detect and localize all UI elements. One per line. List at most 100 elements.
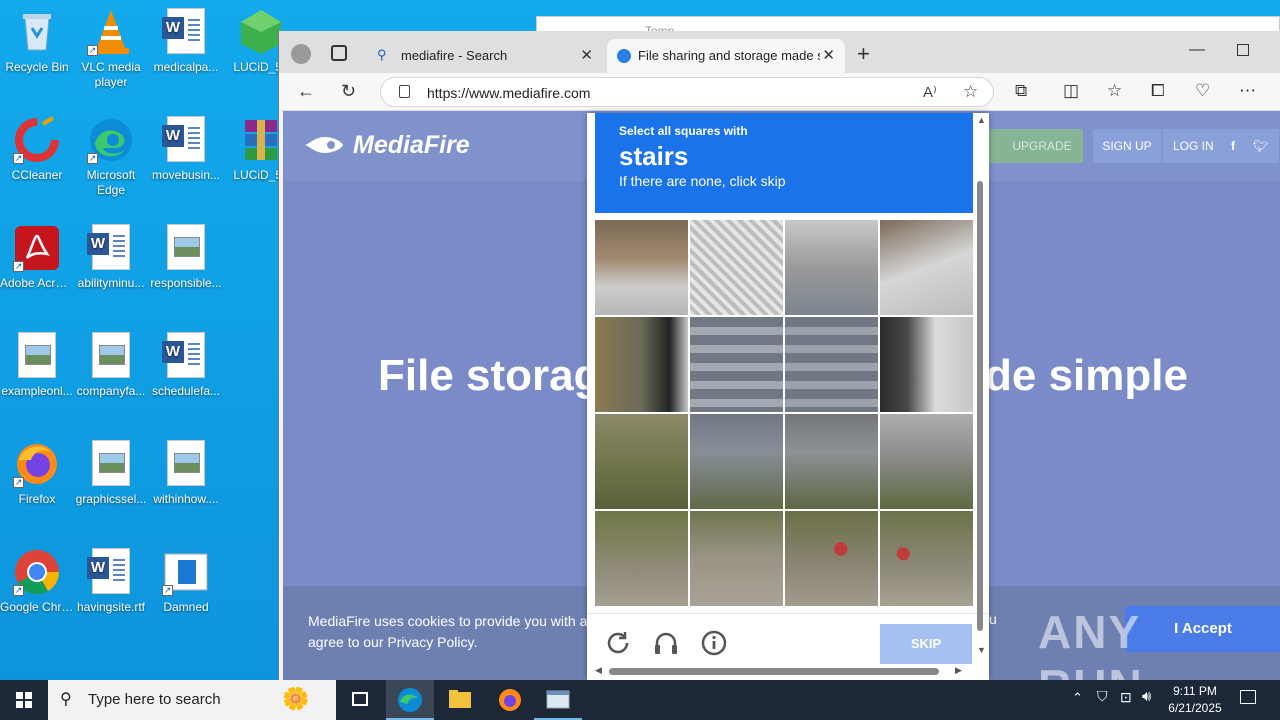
extensions-icon[interactable]: ⧉ (1015, 81, 1027, 101)
notifications-icon[interactable] (1240, 690, 1256, 704)
address-bar[interactable]: https://www.mediafire.com A⁾ ☆ (380, 77, 994, 107)
taskbar-clock[interactable]: 9:11 PM 6/21/2025 (1160, 683, 1230, 717)
more-menu-icon[interactable]: ⋯ (1239, 81, 1256, 101)
desktop-icon-withinhow[interactable]: withinhow.... (149, 440, 223, 507)
captcha-horizontal-scrollbar[interactable]: ◀ ▶ (595, 665, 967, 677)
taskbar-app-button[interactable] (534, 680, 582, 720)
new-tab-icon[interactable]: + (857, 41, 870, 67)
security-icon[interactable]: ⛉ (1097, 688, 1108, 705)
captcha-tile-4[interactable] (880, 220, 973, 315)
vlc-icon: ↗ (87, 8, 135, 56)
horizontal-scroll-thumb[interactable] (609, 668, 939, 675)
desktop-icon-exampleonl[interactable]: exampleonl... (0, 332, 74, 399)
read-aloud-icon[interactable]: A⁾ (923, 83, 937, 101)
desktop-icon-firefox[interactable]: ↗ Firefox (0, 440, 74, 507)
close-tab-icon[interactable]: ✕ (580, 46, 593, 64)
desktop-icon-abilityminu[interactable]: abilityminu... (74, 224, 148, 291)
vertical-scroll-thumb[interactable] (977, 181, 983, 631)
application-icon: ↗ (162, 548, 210, 596)
captcha-tile-9[interactable] (595, 414, 688, 509)
desktop-icon-ccleaner[interactable]: ↗ CCleaner (0, 116, 74, 183)
desktop-icon-label: Google Chrome (0, 600, 74, 614)
split-screen-icon[interactable]: ◫ (1063, 81, 1079, 101)
captcha-tile-15[interactable] (785, 511, 878, 606)
captcha-tile-6[interactable] (690, 317, 783, 412)
shortcut-arrow-icon: ↗ (13, 261, 24, 272)
minimize-icon[interactable]: — (1189, 41, 1205, 59)
captcha-tile-2[interactable] (690, 220, 783, 315)
favorites-icon[interactable]: ☆ (1107, 81, 1122, 101)
skip-label: SKIP (910, 636, 942, 651)
favorite-star-icon[interactable]: ☆ (963, 82, 978, 102)
desktop-icon-graphicssel[interactable]: graphicssel... (74, 440, 148, 507)
skip-button[interactable]: SKIP (880, 624, 972, 664)
desktop-icon-havingsite[interactable]: havingsite.rtf (74, 548, 148, 615)
desktop-icon-medicalpa[interactable]: medicalpa... (149, 8, 223, 75)
scroll-left-arrow-icon[interactable]: ◀ (595, 665, 602, 676)
captcha-vertical-scrollbar[interactable]: ▲ ▼ (975, 113, 987, 658)
scroll-down-arrow-icon[interactable]: ▼ (977, 645, 986, 655)
reload-icon[interactable] (603, 628, 633, 658)
captcha-tile-14[interactable] (690, 511, 783, 606)
desktop-icon-microsoft-edge[interactable]: ↗ Microsoft Edge (74, 116, 148, 198)
desktop-icon-damned[interactable]: ↗ Damned (149, 548, 223, 615)
back-icon[interactable]: ← (297, 81, 315, 102)
twitter-icon[interactable]: 🐦︎ (1253, 129, 1268, 163)
desktop-icon-label: companyfa... (76, 384, 146, 398)
desktop-icon-movebusin[interactable]: movebusin... (149, 116, 223, 183)
taskbar-edge-button[interactable] (386, 680, 434, 720)
desktop-icon-responsible[interactable]: responsible... (149, 224, 223, 291)
start-button[interactable] (0, 680, 48, 720)
close-tab-icon[interactable]: ✕ (822, 46, 835, 64)
shortcut-arrow-icon: ↗ (13, 153, 24, 164)
facebook-icon[interactable]: f (1231, 129, 1235, 163)
upgrade-button[interactable]: UPGRADE (983, 129, 1083, 163)
mediafire-logo-icon (305, 137, 343, 153)
signup-button[interactable]: SIGN UP (1093, 129, 1161, 163)
volume-icon[interactable]: 🔊︎ (1142, 688, 1151, 705)
login-button[interactable]: LOG IN f 🐦︎ (1163, 129, 1279, 163)
captcha-tile-12[interactable] (880, 414, 973, 509)
desktop-icon-adobe-acrobat[interactable]: ↗ Adobe Acrobat (0, 224, 74, 291)
desktop-icon-vlc[interactable]: ↗ VLC media player (74, 8, 148, 90)
maximize-icon[interactable] (1237, 44, 1249, 56)
audio-challenge-icon[interactable] (651, 628, 681, 658)
refresh-icon[interactable]: ↻ (341, 81, 356, 102)
captcha-tile-3[interactable] (785, 220, 878, 315)
captcha-tile-8[interactable] (880, 317, 973, 412)
task-view-icon (352, 692, 368, 706)
tab-mediafire-search[interactable]: ⚲ mediafire - Search ✕ (367, 39, 603, 73)
taskbar-file-explorer-button[interactable] (436, 680, 484, 720)
shortcut-arrow-icon: ↗ (87, 45, 98, 56)
desktop-icon-label: abilityminu... (77, 276, 145, 290)
captcha-tile-5[interactable] (595, 317, 688, 412)
desktop-icon-schedulefa[interactable]: schedulefa... (149, 332, 223, 399)
captcha-tile-7[interactable] (785, 317, 878, 412)
show-hidden-icons-icon[interactable]: ⌃ (1072, 690, 1083, 706)
info-icon[interactable] (699, 628, 729, 658)
captcha-hint: If there are none, click skip (619, 173, 786, 189)
scroll-right-arrow-icon[interactable]: ▶ (955, 665, 962, 676)
captcha-instructions: Select all squares with stairs If there … (595, 113, 973, 213)
captcha-tile-11[interactable] (785, 414, 878, 509)
captcha-tile-13[interactable] (595, 511, 688, 606)
image-file-icon (162, 224, 210, 272)
taskbar-firefox-button[interactable] (486, 680, 534, 720)
taskbar-search-box[interactable]: ⚲ Type here to search 🌼 (48, 680, 336, 720)
tab-mediafire[interactable]: File sharing and storage made sim ✕ (607, 39, 845, 73)
desktop-icon-recycle-bin[interactable]: Recycle Bin (0, 8, 74, 75)
scroll-up-arrow-icon[interactable]: ▲ (977, 115, 986, 125)
captcha-tile-10[interactable] (690, 414, 783, 509)
desktop-icon-google-chrome[interactable]: ↗ Google Chrome (0, 548, 74, 615)
tab-actions-icon[interactable] (331, 45, 347, 61)
network-icon[interactable]: ⊡ (1120, 689, 1132, 706)
task-view-button[interactable] (336, 680, 384, 720)
profile-avatar[interactable] (291, 44, 311, 64)
desktop-icon-label: CCleaner (11, 168, 63, 182)
browser-essentials-icon[interactable]: ♡ (1195, 81, 1210, 101)
collections-icon[interactable]: ⧠ (1151, 81, 1165, 101)
search-placeholder: Type here to search (88, 691, 221, 708)
desktop-icon-companyfa[interactable]: companyfa... (74, 332, 148, 399)
captcha-tile-16[interactable] (880, 511, 973, 606)
captcha-tile-1[interactable] (595, 220, 688, 315)
